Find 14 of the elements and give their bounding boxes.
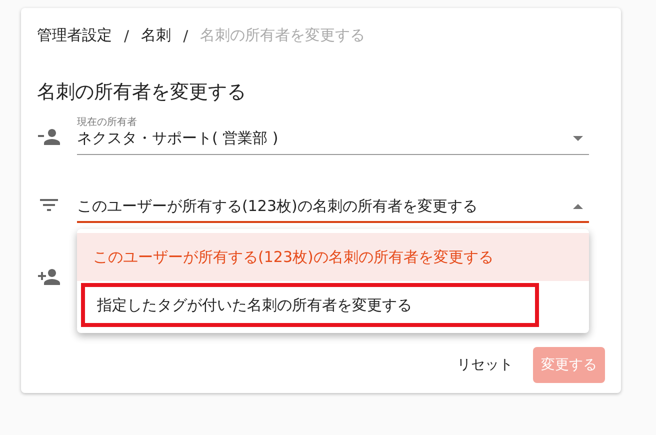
caret-icon [573, 204, 583, 209]
breadcrumb-separator: / [124, 26, 130, 44]
breadcrumb-separator: / [183, 26, 188, 44]
page-title: 名刺の所有者を変更する [37, 80, 247, 105]
field-label: 現在の所有者 [77, 116, 138, 129]
menu-option[interactable]: 指定したタグが付いた名刺の所有者を変更する [81, 283, 539, 327]
owner-select[interactable]: 現在の所有者 ネクスタ・サポート( 営業部 ) [77, 105, 589, 155]
breadcrumb-link[interactable]: 名刺 [141, 26, 172, 45]
breadcrumb-link[interactable]: 管理者設定 [37, 26, 112, 45]
caret-icon [573, 136, 583, 141]
mode-select[interactable]: このユーザーが所有する(123枚)の名刺の所有者を変更する [77, 197, 589, 223]
field-value: ネクスタ・サポート( 営業部 ) [77, 129, 278, 148]
field-value: このユーザーが所有する(123枚)の名刺の所有者を変更する [77, 197, 478, 216]
reset-button[interactable]: リセット [449, 347, 521, 383]
